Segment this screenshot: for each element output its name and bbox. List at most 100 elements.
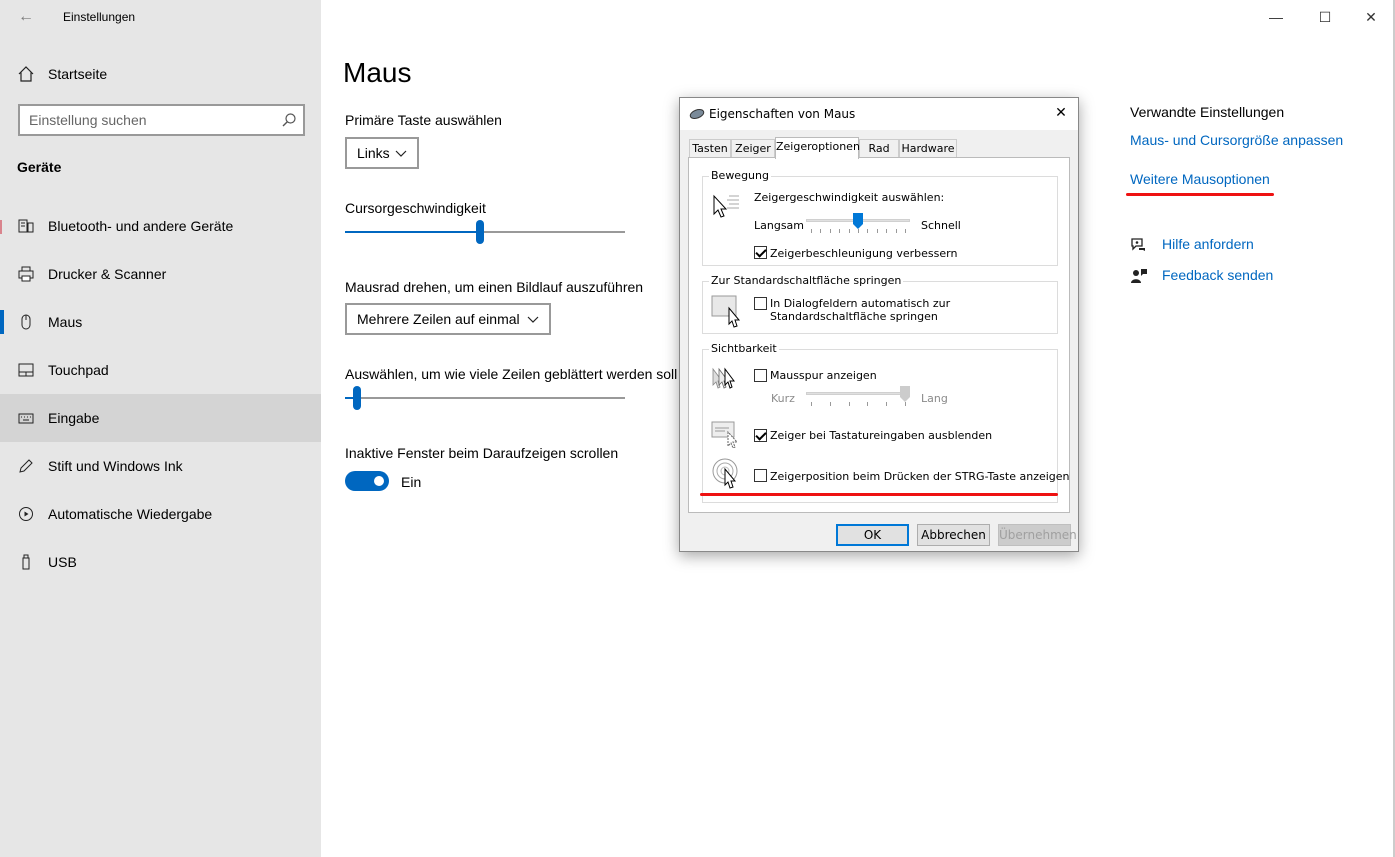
get-help-row[interactable]: Hilfe anfordern	[1130, 234, 1370, 256]
slider-thumb[interactable]	[353, 386, 361, 410]
back-button[interactable]: ←	[14, 6, 38, 28]
slider-track	[345, 397, 625, 399]
sidebar: ← Einstellungen Startseite Geräte Blueto…	[0, 0, 321, 857]
dialog-title: Eigenschaften von Maus	[709, 107, 856, 121]
slider-fill	[345, 231, 480, 233]
tab-buttons[interactable]: Tasten	[689, 139, 731, 158]
toggle-state-text: Ein	[401, 474, 422, 490]
slider-tick	[867, 402, 868, 406]
sidebar-item-printers[interactable]: Drucker & Scanner	[0, 250, 321, 298]
pointer-trails-slider	[806, 386, 910, 408]
snap-to-default-checkbox[interactable]	[754, 297, 767, 310]
minimize-button[interactable]: —	[1253, 6, 1299, 28]
tab-pointers[interactable]: Zeiger	[731, 139, 775, 158]
cursor-speed-label: Cursorgeschwindigkeit	[345, 200, 486, 216]
sidebar-item-autoplay[interactable]: Automatische Wiedergabe	[0, 490, 321, 538]
chevron-down-icon	[395, 150, 407, 157]
trails-long-label: Lang	[921, 392, 948, 405]
pointer-trails-icon	[712, 367, 735, 389]
search-icon[interactable]	[281, 112, 297, 128]
sidebar-item-pen[interactable]: Stift und Windows Ink	[0, 442, 321, 490]
dialog-close-button[interactable]: ✕	[1048, 102, 1074, 124]
tab-wheel[interactable]: Rad	[859, 139, 899, 158]
bluetooth-devices-icon	[18, 219, 34, 233]
primary-button-dropdown[interactable]: Links	[345, 137, 419, 169]
close-button[interactable]: ✕	[1348, 6, 1394, 28]
wheel-scroll-label: Mausrad drehen, um einen Bildlauf auszuf…	[345, 279, 644, 295]
sidebar-item-typing[interactable]: Eingabe	[0, 394, 321, 442]
maximize-icon: ☐	[1318, 9, 1332, 25]
mouse-icon	[21, 314, 31, 330]
slider-tick	[811, 229, 812, 233]
close-icon: ✕	[1365, 9, 1377, 25]
snap-to-group: Zur Standardschaltfläche springen In Dia…	[702, 274, 1058, 334]
pointer-trails-checkbox[interactable]	[754, 369, 767, 382]
slider-thumb[interactable]	[853, 213, 863, 229]
sidebar-item-bluetooth[interactable]: Bluetooth- und andere Geräte	[0, 202, 321, 250]
sidebar-item-label: Eingabe	[48, 410, 100, 426]
snap-to-default-label: In Dialogfeldern automatisch zur Standar…	[770, 297, 951, 323]
trails-short-label: Kurz	[771, 392, 795, 405]
cancel-button[interactable]: Abbrechen	[917, 524, 990, 546]
get-help-link[interactable]: Hilfe anfordern	[1162, 236, 1254, 252]
sidebar-item-home[interactable]: Startseite	[0, 56, 321, 92]
hide-while-typing-icon	[711, 421, 739, 448]
sidebar-item-label: Maus	[48, 314, 83, 330]
settings-search-box[interactable]	[18, 104, 305, 136]
sidebar-item-label: Stift und Windows Ink	[48, 458, 183, 474]
visibility-group: Sichtbarkeit Mausspur anzeigen Kurz Lang…	[702, 342, 1070, 503]
pen-icon	[19, 459, 33, 473]
tab-pointer-options[interactable]: Zeigeroptionen	[775, 137, 860, 159]
pointer-speed-slider[interactable]	[806, 213, 910, 235]
ok-button[interactable]: OK	[836, 524, 909, 546]
slider-tick	[858, 229, 859, 233]
motion-group: Bewegung Zeigergeschwindigkeit auswählen…	[702, 169, 1058, 266]
sidebar-item-label: Drucker & Scanner	[48, 266, 167, 282]
hide-while-typing-checkbox[interactable]	[754, 429, 767, 442]
hide-while-typing-label: Zeiger bei Tastatureingaben ausblenden	[770, 429, 993, 442]
minimize-icon: —	[1269, 9, 1283, 25]
sidebar-item-label: Startseite	[48, 66, 108, 82]
show-location-ctrl-checkbox[interactable]	[754, 469, 767, 482]
feedback-row[interactable]: Feedback senden	[1130, 265, 1370, 287]
printer-icon	[18, 266, 34, 282]
inactive-scroll-toggle[interactable]	[345, 471, 389, 491]
primary-button-label: Primäre Taste auswählen	[345, 112, 502, 128]
tab-hardware[interactable]: Hardware	[899, 139, 957, 158]
mouse-device-icon	[689, 109, 705, 119]
slider-tick	[839, 229, 840, 233]
page-title: Maus	[343, 57, 412, 88]
send-feedback-link[interactable]: Feedback senden	[1162, 267, 1273, 283]
chevron-down-icon	[527, 316, 539, 323]
sidebar-item-touchpad[interactable]: Touchpad	[0, 346, 321, 394]
search-input[interactable]	[20, 106, 270, 134]
cursor-speed-slider[interactable]	[345, 220, 625, 244]
wheel-scroll-dropdown[interactable]: Mehrere Zeilen auf einmal	[345, 303, 551, 335]
slider-thumb[interactable]	[476, 220, 484, 244]
slider-tick	[867, 229, 868, 233]
dropdown-value: Links	[357, 145, 390, 161]
motion-group-title: Bewegung	[709, 169, 771, 182]
enhance-precision-checkbox[interactable]	[754, 246, 767, 259]
sidebar-item-mouse[interactable]: Maus	[0, 298, 321, 346]
slider-tick	[886, 402, 887, 406]
slider-thumb	[900, 386, 910, 402]
more-mouse-options-link[interactable]: Weitere Mausoptionen	[1130, 171, 1270, 187]
keyboard-icon	[18, 413, 34, 424]
slider-tick	[830, 402, 831, 406]
slider-tick	[849, 402, 850, 406]
touchpad-icon	[18, 363, 34, 377]
lines-to-scroll-slider[interactable]	[345, 386, 625, 410]
related-settings-heading: Verwandte Einstellungen	[1130, 104, 1285, 120]
snap-to-group-title: Zur Standardschaltfläche springen	[709, 274, 904, 287]
cursor-size-link[interactable]: Maus- und Cursorgröße anpassen	[1130, 132, 1343, 148]
sidebar-item-usb[interactable]: USB	[0, 538, 321, 586]
maximize-button[interactable]: ☐	[1302, 6, 1348, 28]
lines-to-scroll-label: Auswählen, um wie viele Zeilen geblätter…	[345, 366, 678, 382]
slider-tick	[886, 229, 887, 233]
pointer-options-panel: Bewegung Zeigergeschwindigkeit auswählen…	[688, 157, 1070, 513]
dropdown-value: Mehrere Zeilen auf einmal	[357, 311, 520, 327]
show-location-ctrl-icon	[712, 458, 738, 489]
show-location-ctrl-label: Zeigerposition beim Drücken der STRG-Tas…	[770, 470, 1070, 483]
toggle-knob	[374, 476, 384, 486]
